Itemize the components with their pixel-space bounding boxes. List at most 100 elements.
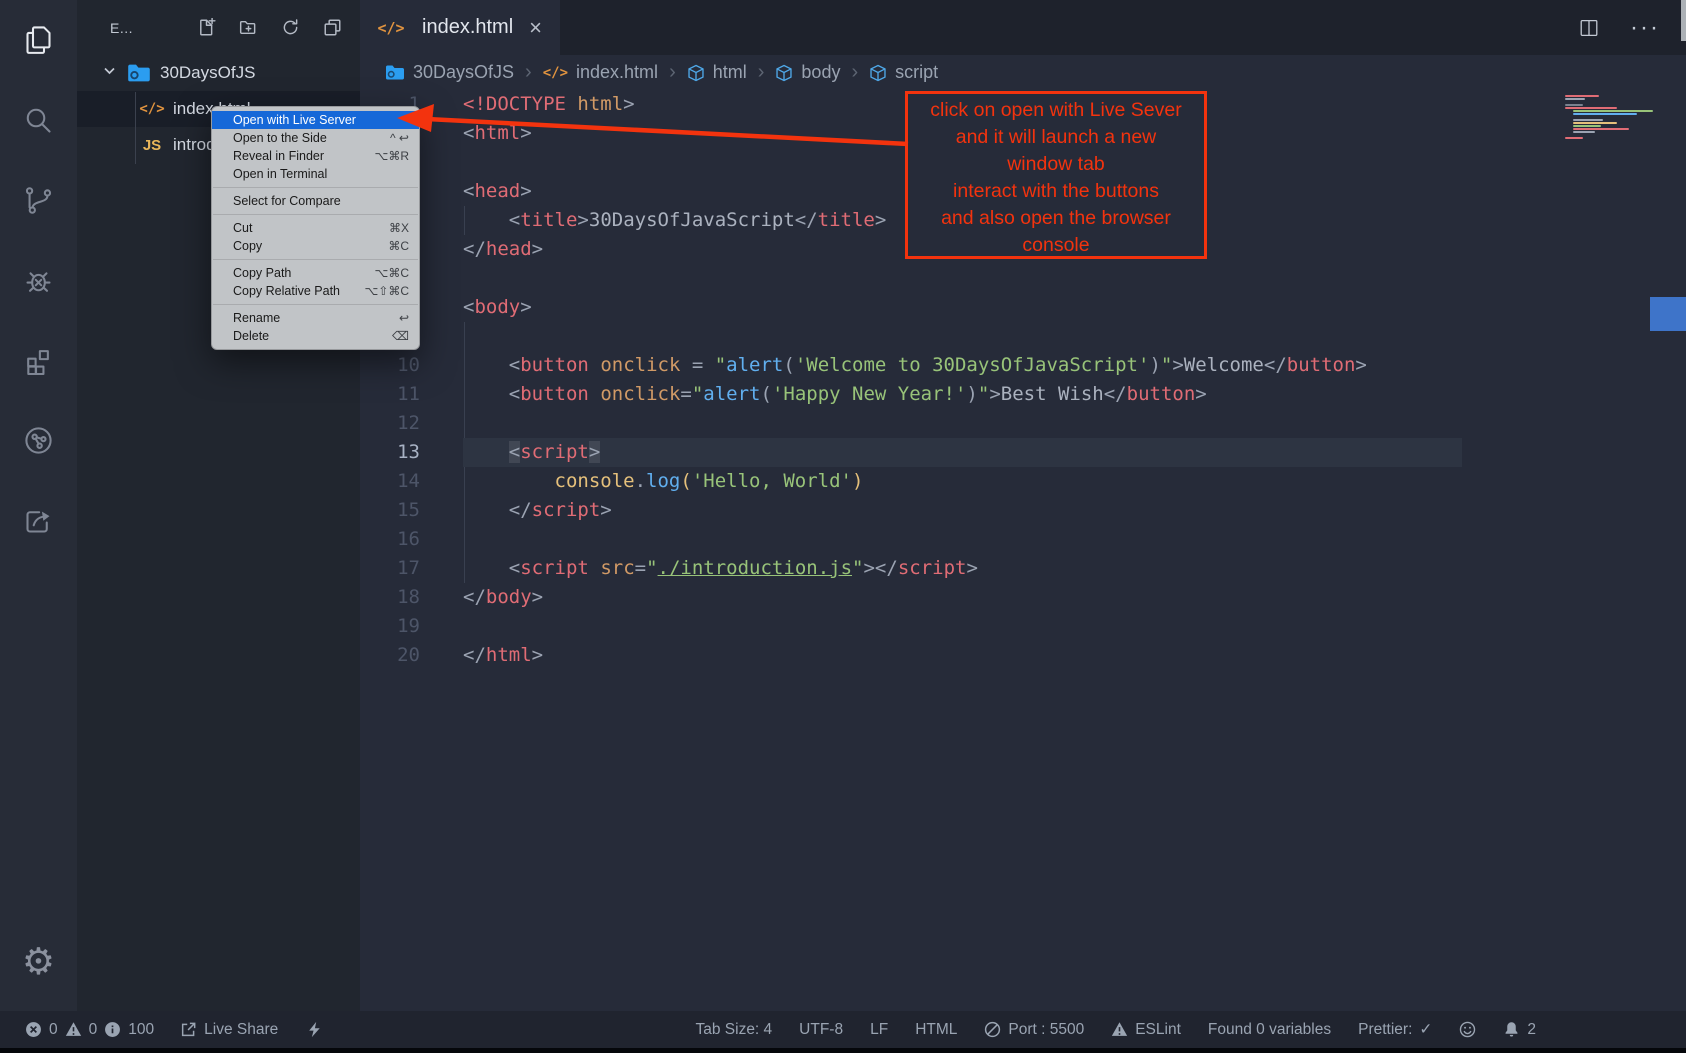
status-bar: 0 0 100 Live Share Tab Size: 4 UTF-8 LF … <box>0 1011 1686 1048</box>
menu-item-copy[interactable]: Copy⌘C <box>212 237 419 255</box>
tab-bar: </> index.html × ··· <box>360 0 1686 55</box>
prettier-status[interactable]: Prettier:✓ <box>1358 1020 1432 1039</box>
code-line-content: </head> <box>463 235 543 264</box>
lightning-status[interactable] <box>306 1021 323 1038</box>
breadcrumb-item-30daysofjs[interactable]: 30DaysOfJS <box>385 62 514 83</box>
menu-item-copy-relative-path[interactable]: Copy Relative Path⌥⇧⌘C <box>212 282 419 300</box>
variables-status[interactable]: Found 0 variables <box>1208 1021 1331 1039</box>
share-icon[interactable] <box>0 480 77 560</box>
tab-index-html[interactable]: </> index.html × <box>360 0 560 55</box>
menu-item-shortcut: ^ ↩ <box>390 131 409 145</box>
root-folder-label: 30DaysOfJS <box>160 63 255 83</box>
breadcrumb-separator: › <box>849 61 860 84</box>
annotation-line: window tab <box>908 151 1204 178</box>
chevron-down-icon <box>101 62 118 84</box>
problems-status[interactable]: 0 0 100 <box>25 1021 154 1039</box>
code-line-14: 14 console.log('Hello, World') <box>360 467 1686 496</box>
refresh-icon[interactable] <box>281 18 300 37</box>
code-line-13: 13 <script> <box>360 438 1686 467</box>
live-share-icon[interactable] <box>0 400 77 480</box>
error-icon <box>25 1021 42 1038</box>
annotation-box: click on open with Live Severand it will… <box>905 91 1207 259</box>
search-icon[interactable] <box>0 80 77 160</box>
code-line-content: <script src="./introduction.js"></script… <box>463 554 978 583</box>
menu-item-rename[interactable]: Rename↩ <box>212 309 419 327</box>
html-code-icon: </> <box>543 65 568 81</box>
annotation-line: and it will launch a new <box>908 124 1204 151</box>
code-line-20: 20</html> <box>360 641 1686 670</box>
menu-separator <box>213 214 418 215</box>
menu-item-shortcut: ⌥⌘R <box>375 149 410 163</box>
js-file-icon: JS <box>139 137 165 154</box>
breadcrumb-item-index-html[interactable]: </> index.html <box>543 62 658 83</box>
menu-item-open-with-live-server[interactable]: Open with Live Server <box>212 111 419 129</box>
source-control-icon[interactable] <box>0 160 77 240</box>
breadcrumb-item-script[interactable]: script <box>869 62 938 83</box>
encoding-status[interactable]: UTF-8 <box>799 1021 843 1039</box>
code-line-content: <title>30DaysOfJavaScript</title> <box>463 206 886 235</box>
scrollbar-thumb[interactable] <box>1681 0 1686 41</box>
code-line-content: <button onclick="alert('Happy New Year!'… <box>463 380 1207 409</box>
language-status[interactable]: HTML <box>915 1021 957 1039</box>
vscode-window: ⚙ E... 30DaysOfJS </> index.html JS int <box>0 0 1686 1053</box>
breadcrumb-item-html[interactable]: html <box>687 62 747 83</box>
menu-item-open-to-the-side[interactable]: Open to the Side^ ↩ <box>212 129 419 147</box>
run-debug-icon[interactable] <box>0 240 77 320</box>
code-line-10: 10 <button onclick = "alert('Welcome to … <box>360 351 1686 380</box>
breadcrumb-label: index.html <box>576 62 658 83</box>
split-editor-icon[interactable] <box>1578 17 1600 39</box>
menu-item-label: Open with Live Server <box>233 113 409 127</box>
code-line-content: </body> <box>463 583 543 612</box>
line-number: 17 <box>360 554 420 583</box>
menu-item-cut[interactable]: Cut⌘X <box>212 219 419 237</box>
breadcrumb-item-body[interactable]: body <box>775 62 840 83</box>
lightning-icon <box>306 1021 323 1038</box>
menu-item-reveal-in-finder[interactable]: Reveal in Finder⌥⌘R <box>212 147 419 165</box>
code-line-content: <button onclick = "alert('Welcome to 30D… <box>463 351 1367 380</box>
menu-item-open-in-terminal[interactable]: Open in Terminal <box>212 165 419 183</box>
live-share-status[interactable]: Live Share <box>180 1021 278 1039</box>
minimap[interactable] <box>1565 95 1655 140</box>
code-line-19: 19 <box>360 612 1686 641</box>
close-tab-icon[interactable]: × <box>529 17 542 39</box>
extensions-icon[interactable] <box>0 320 77 400</box>
menu-item-label: Open to the Side <box>233 131 390 145</box>
line-number: 18 <box>360 583 420 612</box>
html-file-icon: </> <box>139 101 165 117</box>
feedback-status[interactable] <box>1459 1021 1476 1038</box>
share-arrow-icon <box>180 1021 197 1038</box>
breadcrumb-label: body <box>801 62 840 83</box>
menu-item-delete[interactable]: Delete⌫ <box>212 327 419 345</box>
menu-item-label: Copy Path <box>233 266 375 280</box>
menu-item-label: Copy Relative Path <box>233 284 364 298</box>
collapse-folders-icon[interactable] <box>323 18 342 37</box>
tab-size-status[interactable]: Tab Size: 4 <box>695 1021 772 1039</box>
tree-root-folder[interactable]: 30DaysOfJS <box>77 55 360 91</box>
menu-item-shortcut: ↩ <box>399 311 409 325</box>
line-number: 15 <box>360 496 420 525</box>
code-line-content: <script> <box>463 438 1462 467</box>
line-number: 16 <box>360 525 420 554</box>
eslint-status[interactable]: ESLint <box>1111 1021 1181 1039</box>
menu-item-shortcut: ⌥⇧⌘C <box>364 284 409 298</box>
port-status[interactable]: Port : 5500 <box>984 1021 1084 1039</box>
settings-gear-icon[interactable]: ⚙ <box>0 940 77 983</box>
window-bottom-edge <box>0 1048 1686 1053</box>
breadcrumb-label: 30DaysOfJS <box>413 62 514 83</box>
explorer-icon[interactable] <box>0 0 77 80</box>
minimap-line <box>1565 137 1583 139</box>
eol-status[interactable]: LF <box>870 1021 888 1039</box>
new-folder-icon[interactable] <box>239 18 258 37</box>
notifications-status[interactable]: 2 <box>1503 1021 1536 1039</box>
code-line-18: 18 </body> <box>360 583 1686 612</box>
more-actions-icon[interactable]: ··· <box>1630 14 1660 42</box>
minimap-line <box>1573 131 1595 133</box>
menu-item-select-for-compare[interactable]: Select for Compare <box>212 192 419 210</box>
menu-item-copy-path[interactable]: Copy Path⌥⌘C <box>212 264 419 282</box>
minimap-line <box>1565 98 1585 100</box>
menu-separator <box>213 304 418 305</box>
minimap-line <box>1573 119 1603 121</box>
code-line-12: 12 <box>360 409 1686 438</box>
live-share-label: Live Share <box>204 1021 278 1039</box>
new-file-icon[interactable] <box>197 18 216 37</box>
